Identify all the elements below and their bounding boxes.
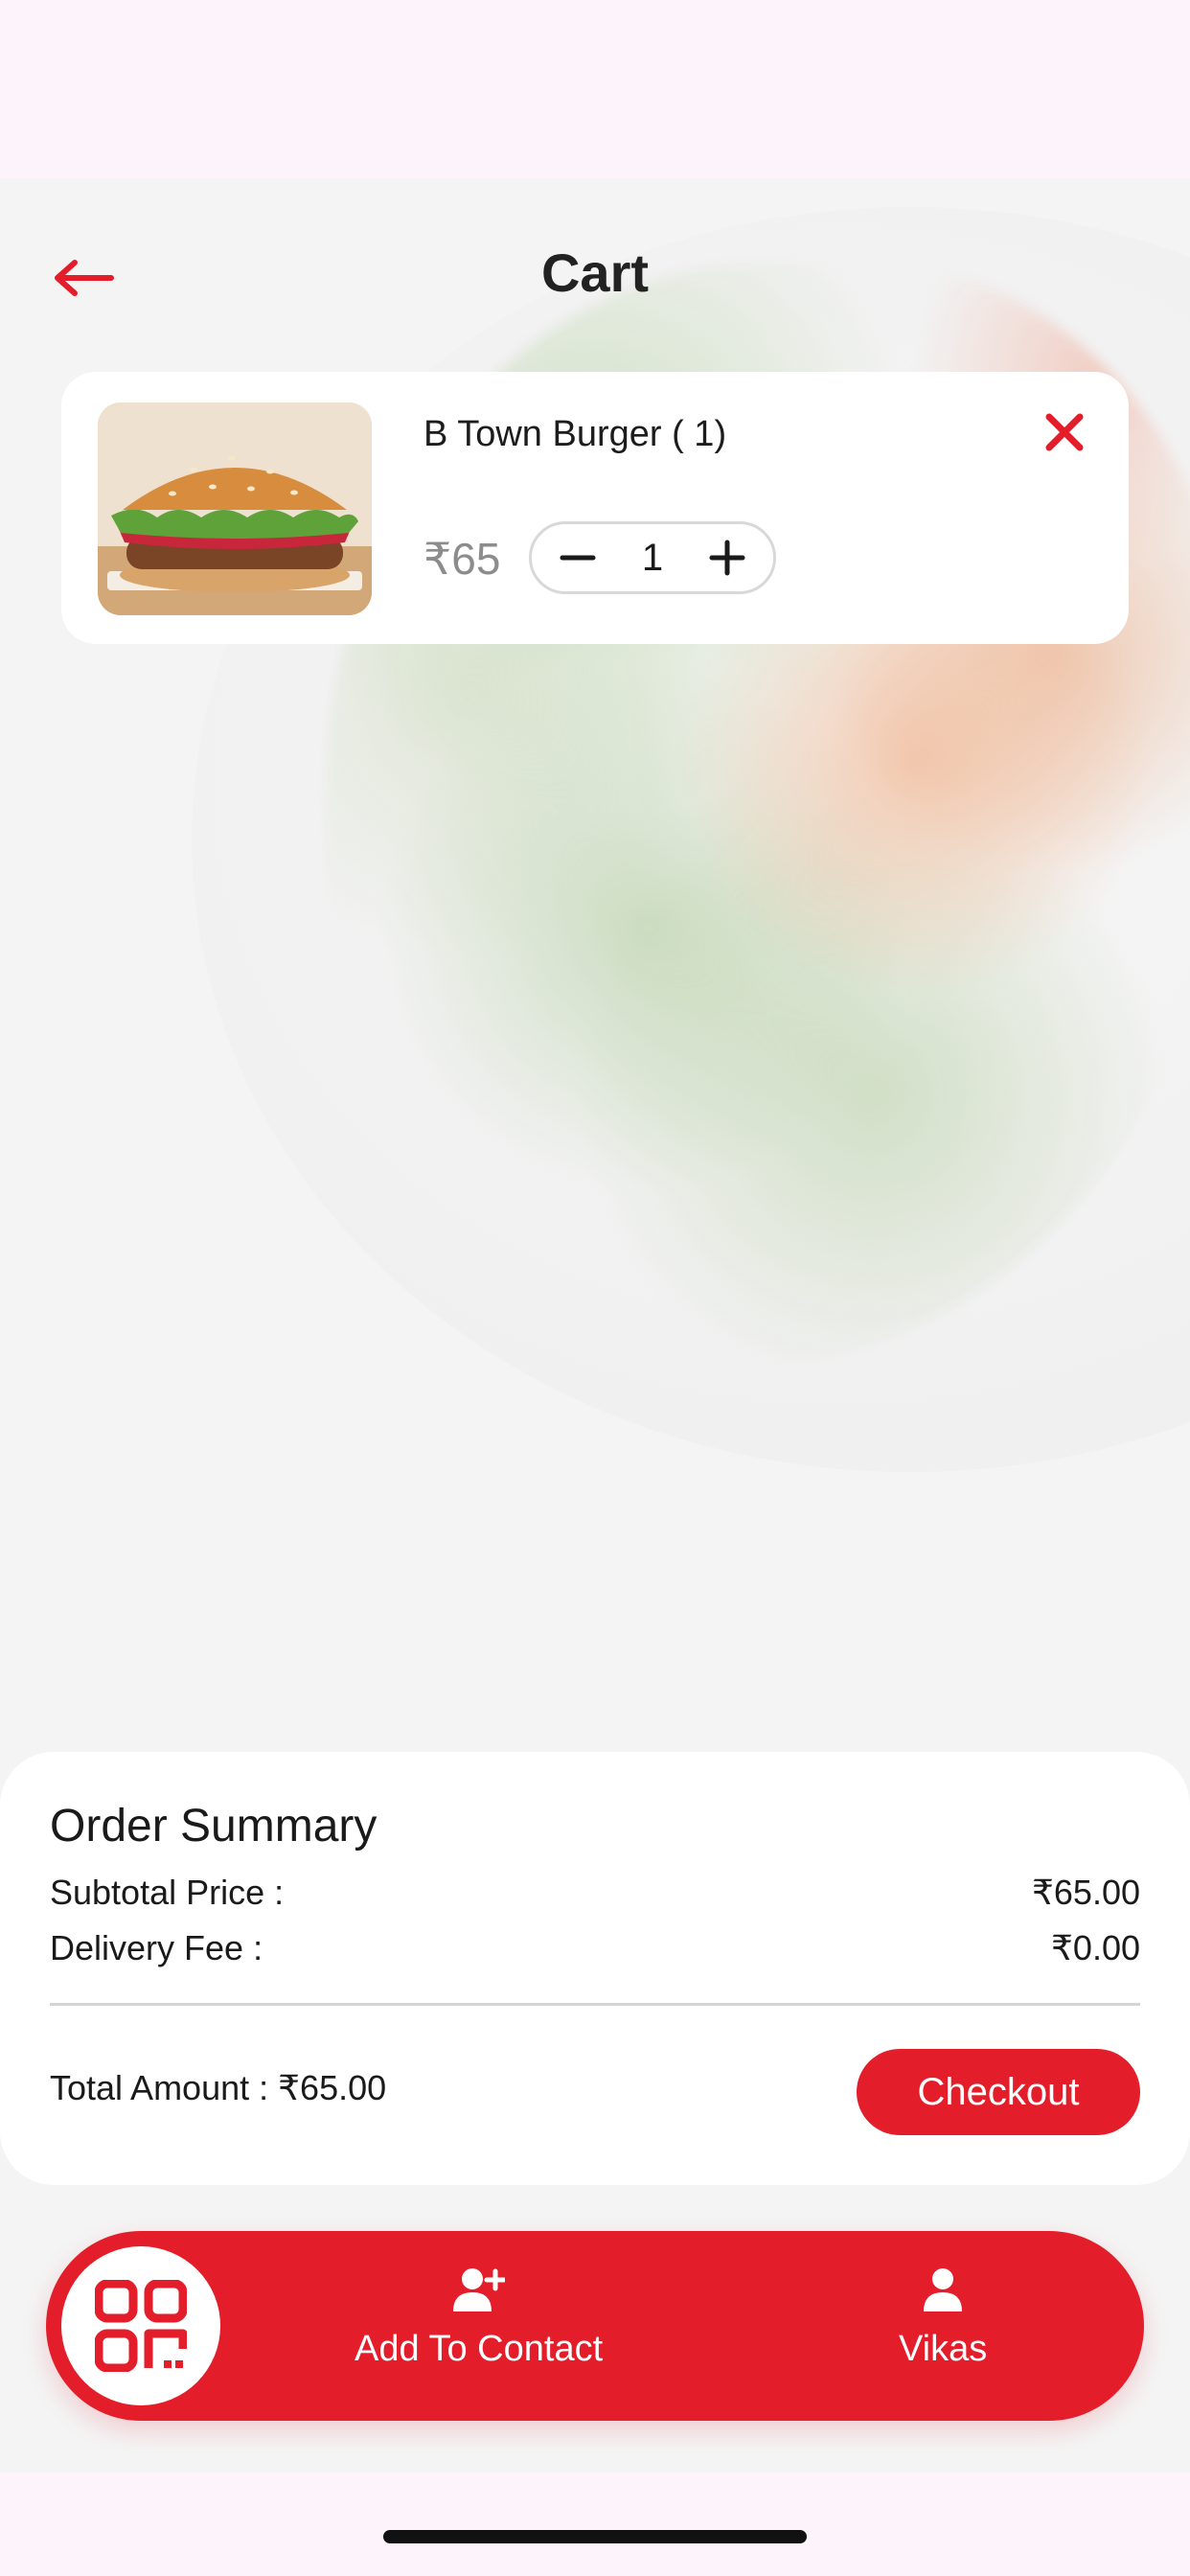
cart-item-card: B Town Burger ( 1) ₹65 1 — [61, 372, 1129, 644]
burger-photo — [98, 402, 372, 615]
home-indicator — [383, 2530, 807, 2543]
increase-quantity-button[interactable] — [708, 539, 746, 577]
user-plus-icon — [452, 2266, 505, 2315]
header: Cart — [0, 220, 1190, 335]
qr-code-button[interactable] — [61, 2246, 220, 2405]
page-title: Cart — [540, 242, 650, 303]
qr-code-icon — [95, 2280, 187, 2372]
subtotal-value: ₹65.00 — [1032, 1873, 1140, 1912]
add-to-contact-button[interactable]: Add To Contact — [355, 2266, 603, 2370]
user-icon — [917, 2266, 969, 2315]
burger-image — [98, 402, 372, 615]
quantity-stepper: 1 — [529, 521, 776, 594]
quantity-value: 1 — [641, 536, 664, 579]
status-bar-area — [0, 0, 1190, 178]
add-to-contact-label: Add To Contact — [355, 2329, 604, 2369]
profile-label: Vikas — [899, 2329, 988, 2369]
delivery-fee-value: ₹0.00 — [1051, 1928, 1140, 1967]
decrease-quantity-button[interactable] — [559, 539, 597, 577]
total-amount: Total Amount : ₹65.00 — [50, 2068, 386, 2108]
minus-icon — [560, 555, 596, 561]
plus-icon — [709, 540, 745, 576]
item-price: ₹65 — [423, 534, 501, 584]
total-amount-value: ₹65.00 — [278, 2068, 387, 2107]
delivery-fee-row: Delivery Fee : ₹0.00 — [50, 1924, 1140, 1972]
bottom-navigation-bar: Add To Contact Vikas — [46, 2231, 1144, 2421]
remove-item-button[interactable] — [1041, 408, 1088, 456]
total-amount-label: Total Amount : — [50, 2068, 269, 2107]
profile-button[interactable]: Vikas — [899, 2266, 987, 2370]
subtotal-label: Subtotal Price : — [50, 1873, 285, 1912]
summary-divider — [50, 2003, 1140, 2006]
delivery-fee-label: Delivery Fee : — [50, 1928, 263, 1967]
subtotal-row: Subtotal Price : ₹65.00 — [50, 1869, 1140, 1917]
checkout-button[interactable]: Checkout — [857, 2049, 1140, 2135]
item-name: B Town Burger ( 1) — [423, 414, 727, 454]
order-summary-title: Order Summary — [50, 1801, 378, 1852]
order-summary-card: Order Summary Subtotal Price : ₹65.00 De… — [0, 1752, 1190, 2185]
close-icon — [1045, 413, 1084, 451]
